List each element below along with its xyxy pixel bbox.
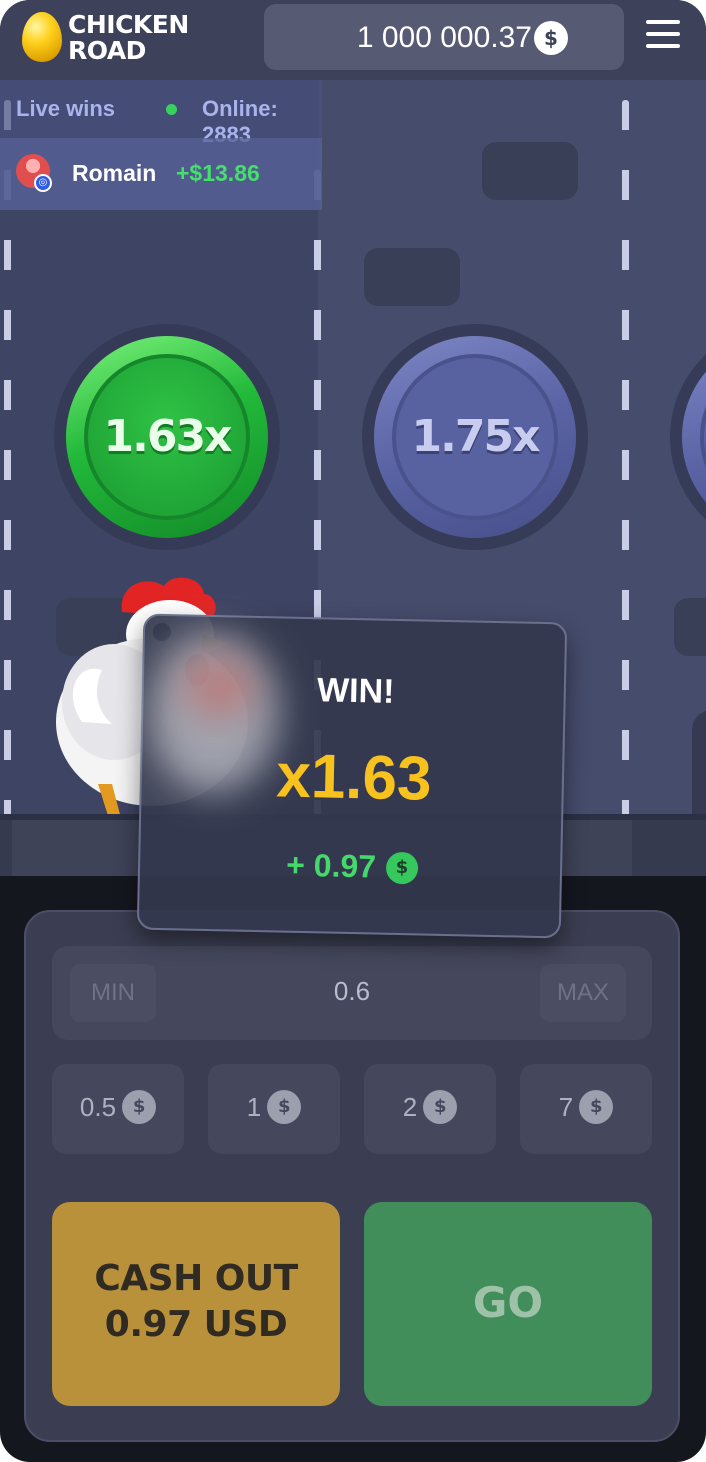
live-wins-panel: Live wins Online: 2883 ◎ Romain +$13.86 — [0, 80, 322, 210]
multiplier-value: 1.63x — [103, 411, 233, 462]
logo-line-road: ROAD — [68, 36, 146, 65]
win-gain-amount: + 0.97 — [285, 846, 377, 885]
go-label: GO — [472, 1278, 544, 1327]
bet-preset-0.5[interactable]: 0.5 $ — [52, 1064, 184, 1154]
cash-out-button[interactable]: CASH OUT 0.97 USD — [52, 1202, 340, 1406]
dollar-coin-icon: $ — [267, 1090, 302, 1124]
dollar-coin-icon: $ — [579, 1090, 614, 1124]
bet-amount-input[interactable]: 0.6 — [252, 976, 452, 1007]
win-gain: + 0.97 $ — [140, 844, 565, 890]
bet-amount-field: MIN 0.6 MAX — [52, 946, 652, 1040]
bet-preset-1[interactable]: 1 $ — [208, 1064, 340, 1154]
multiplier-coin-future — [670, 324, 706, 550]
preset-label: 7 — [558, 1091, 574, 1122]
lane-divider — [622, 100, 629, 820]
car-edge — [692, 710, 706, 820]
online-indicator-icon — [166, 104, 177, 115]
manhole — [364, 248, 460, 306]
bet-preset-2[interactable]: 2 $ — [364, 1064, 496, 1154]
cash-out-label: CASH OUT — [94, 1258, 298, 1299]
logo-line-chicken: CHICKEN — [68, 10, 189, 39]
win-multiplier: x1.63 — [275, 741, 433, 814]
go-button[interactable]: GO — [364, 1202, 652, 1406]
golden-egg-icon — [22, 12, 62, 62]
multiplier-coin-current: 1.63x — [54, 324, 280, 550]
balance-display: 1 000 000.37 $ — [264, 4, 624, 70]
preset-label: 1 — [246, 1091, 262, 1122]
manhole — [482, 142, 578, 200]
game-logo: CHICKEN ROAD — [20, 10, 210, 66]
winner-amount: +$13.86 — [176, 160, 260, 186]
balance-amount: 1 000 000.37 — [356, 21, 532, 54]
hamburger-menu-icon[interactable] — [646, 20, 680, 48]
manhole — [674, 598, 706, 656]
dollar-coin-icon: $ — [423, 1090, 458, 1124]
dollar-coin-icon: $ — [122, 1090, 157, 1124]
multiplier-coin-next[interactable]: 1.75x — [362, 324, 588, 550]
cash-out-amount: 0.97 USD — [104, 1304, 288, 1345]
win-popup: WIN! x1.63 + 0.97 $ — [136, 613, 568, 939]
dollar-coin-icon: $ — [534, 21, 568, 55]
bet-preset-7[interactable]: 7 $ — [520, 1064, 652, 1154]
multiplier-value: 1.75x — [411, 411, 541, 462]
preset-label: 2 — [402, 1091, 418, 1122]
winner-name: Romain — [72, 160, 157, 186]
min-bet-button[interactable]: MIN — [70, 964, 156, 1022]
globe-icon: ◎ — [34, 174, 52, 192]
recent-win-row: ◎ Romain +$13.86 — [0, 138, 322, 210]
max-bet-button[interactable]: MAX — [540, 964, 626, 1022]
top-bar: CHICKEN ROAD 1 000 000.37 $ — [0, 0, 706, 80]
game-screen: CHICKEN ROAD 1 000 000.37 $ Live wins On… — [0, 0, 706, 1462]
preset-label: 0.5 — [79, 1091, 117, 1122]
dollar-coin-icon: $ — [385, 851, 419, 884]
live-wins-label: Live wins — [16, 96, 116, 121]
